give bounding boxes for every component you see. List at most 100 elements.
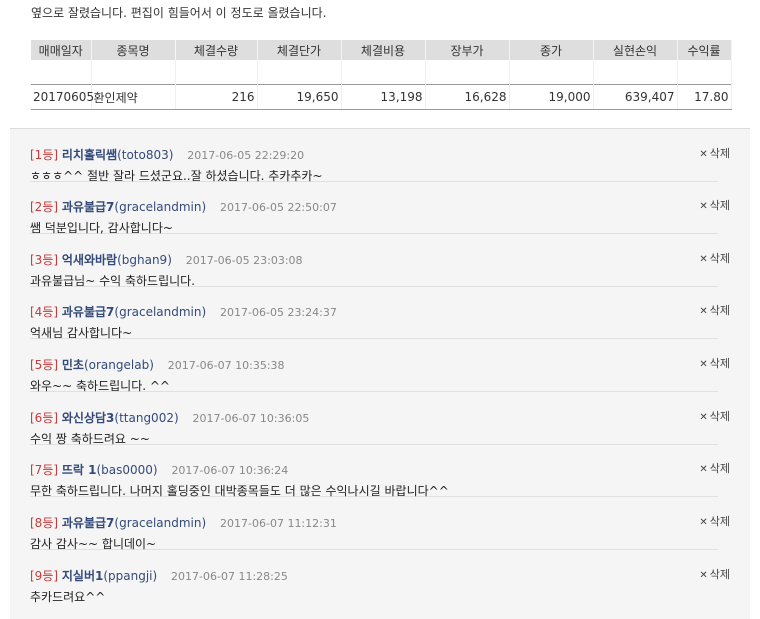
comment-nickname[interactable]: 민초 (62, 358, 84, 372)
comment-user-id[interactable]: (bghan9) (117, 253, 172, 267)
comment-user-id[interactable]: (gracelandmin) (114, 516, 206, 530)
close-icon: ✕ (699, 254, 708, 265)
comment-user-id[interactable]: (bas0000) (96, 463, 157, 477)
comment-rank: [4등] (30, 305, 59, 319)
comment-item: [9등] 지실버1(ppangji) 2017-06-07 11:28:25 추… (30, 550, 730, 604)
header-realized-pnl: 실현손익 (593, 40, 678, 60)
table-row: 20170605 환인제약 216 19,650 13,198 16,628 1… (31, 84, 732, 110)
comment-date: 2017-06-07 11:12:31 (220, 517, 337, 530)
delete-button[interactable]: ✕ 삭제 (699, 197, 730, 213)
delete-button[interactable]: ✕ 삭제 (699, 302, 730, 318)
delete-button[interactable]: ✕ 삭제 (699, 355, 730, 371)
cell-unit-price: 19,650 (257, 84, 342, 110)
comment-user-id[interactable]: (ttang002) (114, 411, 178, 425)
comment-nickname[interactable]: 리치홀릭쌤 (62, 148, 117, 162)
header-trade-date: 매매일자 (31, 40, 92, 60)
comment-header: [4등] 과유불급7(gracelandmin) 2017-06-05 23:2… (30, 303, 337, 320)
comment-rank: [7등] (30, 463, 59, 477)
cell-close-price: 19,000 (509, 84, 594, 110)
delete-label: 삭제 (709, 462, 730, 475)
comment-nickname[interactable]: 지실버1 (62, 569, 103, 583)
close-icon: ✕ (699, 570, 708, 581)
delete-label: 삭제 (709, 515, 730, 528)
comment-header: [2등] 과유불급7(gracelandmin) 2017-06-05 22:5… (30, 198, 337, 215)
trade-table-header: 매매일자 종목명 체결수량 체결단가 체결비용 장부가 종가 실현손익 수익률 (31, 40, 732, 60)
comment-panel: [1등] 리치홀릭쌤(toto803) 2017-06-05 22:29:20 … (10, 128, 750, 619)
cell-quantity: 216 (175, 84, 258, 110)
comment-date: 2017-06-05 22:50:07 (220, 201, 337, 214)
close-icon: ✕ (699, 517, 708, 528)
comment-item: [2등] 과유불급7(gracelandmin) 2017-06-05 22:5… (30, 181, 730, 235)
header-stock-name: 종목명 (91, 40, 176, 60)
close-icon: ✕ (699, 306, 708, 317)
comment-rank: [2등] (30, 200, 59, 214)
comment-nickname[interactable]: 과유불급7 (62, 305, 115, 319)
delete-label: 삭제 (709, 357, 730, 370)
comment-rank: [6등] (30, 411, 59, 425)
delete-label: 삭제 (709, 199, 730, 212)
cell-return: 17.80 (677, 84, 732, 110)
comment-header: [6등] 와신상담3(ttang002) 2017-06-07 10:36:05 (30, 409, 309, 426)
comment-header: [3등] 억새와바람(bghan9) 2017-06-05 23:03:08 (30, 251, 303, 268)
comment-item: [3등] 억새와바람(bghan9) 2017-06-05 23:03:08 과… (30, 234, 730, 288)
delete-label: 삭제 (709, 252, 730, 265)
comment-rank: [9등] (30, 569, 59, 583)
comment-date: 2017-06-05 22:29:20 (187, 149, 305, 162)
trade-table: 매매일자 종목명 체결수량 체결단가 체결비용 장부가 종가 실현손익 수익률 … (31, 40, 732, 110)
delete-button[interactable]: ✕ 삭제 (699, 145, 730, 161)
comment-rank: [8등] (30, 516, 59, 530)
delete-button[interactable]: ✕ 삭제 (699, 460, 730, 476)
delete-button[interactable]: ✕ 삭제 (699, 566, 730, 582)
cell-book-price: 16,628 (425, 84, 510, 110)
delete-label: 삭제 (709, 147, 730, 160)
comment-date: 2017-06-07 10:36:24 (171, 464, 289, 477)
header-book-price: 장부가 (425, 40, 510, 60)
comment-nickname[interactable]: 뜨락 1 (62, 463, 97, 477)
comment-date: 2017-06-07 10:35:38 (167, 359, 285, 372)
comment-date: 2017-06-05 23:03:08 (185, 254, 303, 267)
comment-item: [5등] 민초(orangelab) 2017-06-07 10:35:38 와… (30, 339, 730, 393)
comment-header: [5등] 민초(orangelab) 2017-06-07 10:35:38 (30, 356, 285, 373)
header-unit-price: 체결단가 (257, 40, 342, 60)
comment-nickname[interactable]: 억새와바람 (62, 253, 117, 267)
comment-date: 2017-06-05 23:24:37 (220, 306, 337, 319)
cell-stock-name: 환인제약 (91, 84, 176, 110)
comment-header: [8등] 과유불급7(gracelandmin) 2017-06-07 11:1… (30, 514, 337, 531)
comment-user-id[interactable]: (gracelandmin) (114, 200, 206, 214)
comment-rank: [1등] (30, 148, 59, 162)
comment-date: 2017-06-07 11:28:25 (171, 570, 288, 583)
comment-item: [1등] 리치홀릭쌤(toto803) 2017-06-05 22:29:20 … (30, 129, 730, 183)
comment-item: [4등] 과유불급7(gracelandmin) 2017-06-05 23:2… (30, 286, 730, 340)
close-icon: ✕ (699, 464, 708, 475)
close-icon: ✕ (699, 149, 708, 160)
delete-button[interactable]: ✕ 삭제 (699, 408, 730, 424)
intro-text: 옆으로 잘렸습니다. 편집이 힘들어서 이 정도로 올렸습니다. (31, 6, 327, 20)
comment-header: [9등] 지실버1(ppangji) 2017-06-07 11:28:25 (30, 567, 288, 584)
comment-user-id[interactable]: (toto803) (117, 148, 173, 162)
header-close-price: 종가 (509, 40, 594, 60)
comment-header: [1등] 리치홀릭쌤(toto803) 2017-06-05 22:29:20 (30, 146, 304, 163)
comment-date: 2017-06-07 10:36:05 (192, 412, 310, 425)
delete-button[interactable]: ✕ 삭제 (699, 513, 730, 529)
comment-rank: [5등] (30, 358, 59, 372)
comment-item: [7등] 뜨락 1(bas0000) 2017-06-07 10:36:24 무… (30, 444, 730, 498)
delete-label: 삭제 (709, 568, 730, 581)
header-return: 수익률 (677, 40, 732, 60)
close-icon: ✕ (699, 412, 708, 423)
comment-user-id[interactable]: (ppangji) (103, 569, 157, 583)
comment-nickname[interactable]: 과유불급7 (62, 200, 115, 214)
delete-label: 삭제 (709, 410, 730, 423)
comment-user-id[interactable]: (gracelandmin) (114, 305, 206, 319)
comment-rank: [3등] (30, 253, 59, 267)
comment-nickname[interactable]: 과유불급7 (62, 516, 115, 530)
close-icon: ✕ (699, 201, 708, 212)
header-quantity: 체결수량 (175, 40, 258, 60)
comment-body: 추카드려요^^ (30, 590, 106, 604)
comment-user-id[interactable]: (orangelab) (84, 358, 154, 372)
cell-realized-pnl: 639,407 (593, 84, 678, 110)
delete-button[interactable]: ✕ 삭제 (699, 250, 730, 266)
header-cost: 체결비용 (341, 40, 426, 60)
close-icon: ✕ (699, 359, 708, 370)
delete-label: 삭제 (709, 304, 730, 317)
comment-nickname[interactable]: 와신상담3 (62, 411, 115, 425)
